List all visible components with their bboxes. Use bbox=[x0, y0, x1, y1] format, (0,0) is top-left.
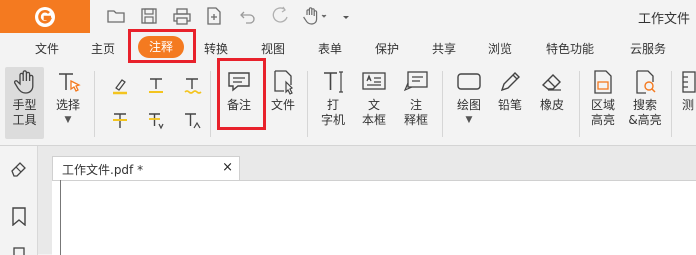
squiggly-icon[interactable] bbox=[182, 76, 202, 96]
eraser-tool[interactable]: 橡皮 bbox=[537, 69, 567, 113]
select-tool[interactable]: 选择 ▼ bbox=[52, 69, 84, 128]
page-edge-divider bbox=[60, 180, 61, 255]
document-tab-label: 工作文件.pdf * bbox=[62, 163, 144, 177]
textbox-icon bbox=[362, 72, 386, 90]
tab-protect[interactable]: 保护 bbox=[375, 40, 399, 57]
tab-share[interactable]: 共享 bbox=[432, 40, 456, 57]
select-tool-label: 选择 bbox=[55, 98, 80, 112]
strikeout-icon[interactable] bbox=[110, 111, 130, 131]
file-attachment-tool[interactable]: 文件 bbox=[266, 69, 300, 113]
ribbon-separator bbox=[442, 71, 443, 137]
textbox-label: 文 本框 bbox=[361, 98, 386, 127]
ribbon-separator bbox=[579, 71, 580, 137]
tab-browse[interactable]: 浏览 bbox=[488, 40, 512, 57]
bookmark-icon[interactable] bbox=[10, 206, 28, 226]
drawing-dropdown-arrow[interactable]: ▼ bbox=[452, 113, 486, 128]
area-highlight-label: 区域 高亮 bbox=[590, 98, 615, 127]
measure-label: 测 bbox=[681, 98, 694, 112]
tab-view[interactable]: 视图 bbox=[261, 40, 285, 57]
window-title: 工作文件 bbox=[637, 12, 690, 27]
eraser-label: 橡皮 bbox=[539, 98, 564, 112]
hand-tool-label: 手型 工具 bbox=[12, 98, 37, 127]
save-icon[interactable] bbox=[139, 6, 159, 26]
tab-form[interactable]: 表单 bbox=[318, 40, 342, 57]
ribbon-separator bbox=[94, 71, 95, 137]
insert-text-icon[interactable] bbox=[182, 111, 202, 131]
ribbon-separator bbox=[671, 71, 672, 137]
callout-icon bbox=[403, 71, 428, 92]
tab-cloud[interactable]: 云服务 bbox=[630, 40, 666, 57]
search-highlight-icon bbox=[636, 70, 656, 94]
file-attach-icon bbox=[274, 70, 294, 95]
new-document-icon[interactable] bbox=[204, 6, 224, 26]
hand-icon bbox=[13, 70, 33, 94]
eraser-sidebar-icon[interactable] bbox=[9, 158, 29, 178]
app-logo[interactable] bbox=[0, 0, 90, 33]
document-page[interactable] bbox=[52, 180, 696, 255]
select-text-icon bbox=[59, 73, 81, 92]
highlight-box-annotation-tab bbox=[128, 29, 196, 63]
undo-icon[interactable] bbox=[238, 6, 258, 26]
hand-tool[interactable]: 手型 工具 bbox=[7, 69, 42, 128]
measure-icon bbox=[682, 71, 696, 93]
annotation-ribbon: 手型 工具 选择 ▼ 备注 文件 打 字机 文 本框 注 释框 绘图 ▼ 铅笔 … bbox=[0, 58, 696, 145]
typewriter-icon bbox=[324, 71, 343, 93]
foxit-logo-icon bbox=[35, 7, 55, 27]
document-area: 工作文件.pdf * × bbox=[0, 145, 696, 255]
pencil-label: 铅笔 bbox=[497, 98, 522, 112]
document-tab[interactable]: 工作文件.pdf * × bbox=[52, 156, 240, 180]
title-bar: 工作文件 bbox=[0, 0, 696, 33]
ribbon-separator bbox=[307, 71, 308, 137]
area-highlight-tool[interactable]: 区域 高亮 bbox=[588, 69, 618, 128]
textbox-tool[interactable]: 文 本框 bbox=[358, 69, 390, 128]
print-icon[interactable] bbox=[172, 6, 192, 26]
highlight-box-note-tool bbox=[217, 58, 266, 130]
tab-home[interactable]: 主页 bbox=[91, 40, 115, 57]
typewriter-tool[interactable]: 打 字机 bbox=[317, 69, 349, 128]
file-attachment-label: 文件 bbox=[270, 98, 295, 112]
pencil-icon bbox=[500, 72, 520, 92]
pencil-tool[interactable]: 铅笔 bbox=[495, 69, 525, 113]
left-sidebar bbox=[0, 146, 38, 255]
search-highlight-label: 搜索 &高亮 bbox=[628, 98, 662, 127]
underline-icon[interactable] bbox=[146, 76, 166, 96]
close-tab-icon[interactable]: × bbox=[222, 160, 233, 175]
ribbon-separator bbox=[210, 71, 211, 137]
rectangle-icon bbox=[457, 73, 481, 90]
tab-file[interactable]: 文件 bbox=[35, 40, 59, 57]
measure-tool[interactable]: 测 bbox=[680, 69, 696, 113]
highlight-icon[interactable] bbox=[110, 76, 130, 96]
typewriter-label: 打 字机 bbox=[320, 98, 345, 127]
tab-convert[interactable]: 转换 bbox=[204, 40, 228, 57]
drawing-label: 绘图 bbox=[456, 98, 481, 112]
customize-toolbar-icon[interactable] bbox=[340, 6, 352, 26]
eraser-icon bbox=[541, 74, 561, 91]
tab-features[interactable]: 特色功能 bbox=[546, 40, 594, 57]
redo-icon[interactable] bbox=[270, 6, 290, 26]
callout-label: 注 释框 bbox=[403, 98, 428, 127]
area-highlight-icon bbox=[594, 70, 612, 94]
replace-text-icon[interactable] bbox=[146, 111, 166, 131]
menu-bar: 文件 主页 注释 转换 视图 表单 保护 共享 浏览 特色功能 云服务 bbox=[0, 29, 696, 63]
drawing-tool[interactable]: 绘图 ▼ bbox=[452, 69, 486, 128]
select-dropdown-arrow[interactable]: ▼ bbox=[52, 113, 84, 128]
hand-tool-dropdown-icon[interactable] bbox=[302, 6, 328, 26]
open-folder-icon[interactable] bbox=[106, 6, 126, 26]
search-highlight-tool[interactable]: 搜索 &高亮 bbox=[627, 69, 663, 128]
callout-tool[interactable]: 注 释框 bbox=[399, 69, 433, 128]
